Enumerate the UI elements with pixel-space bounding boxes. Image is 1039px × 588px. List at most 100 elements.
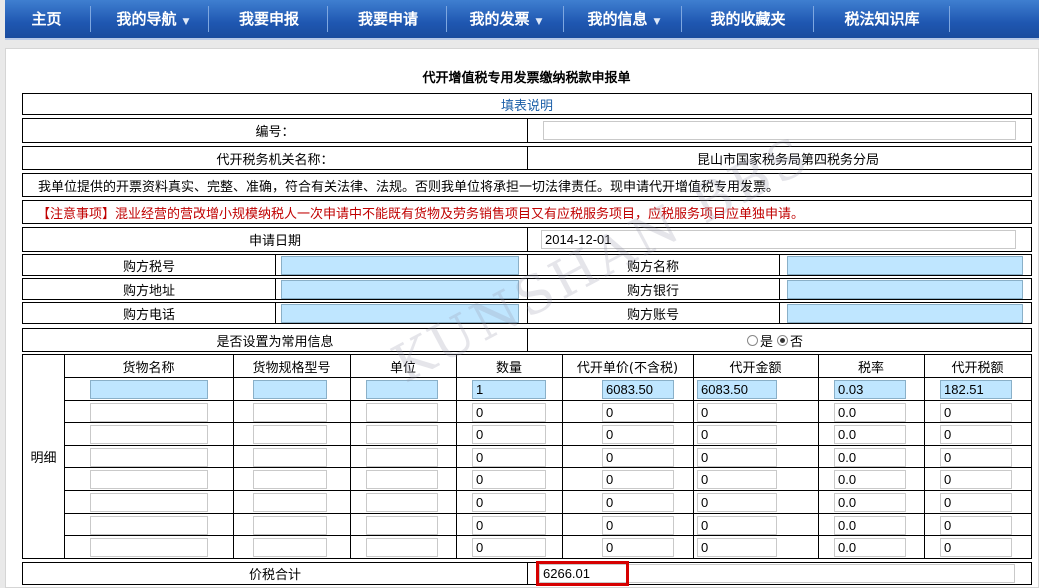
goods-name-field[interactable] [90,402,208,422]
detail-label: 明细 [30,451,57,466]
spec-field[interactable] [253,402,327,422]
tax-rate-field[interactable]: 0.0 [834,402,906,422]
apply-date-row: 申请日期 2014-12-01 [22,227,1032,252]
buyer-account-field[interactable] [787,304,1023,323]
tax-rate-field[interactable]: 0.0 [834,425,906,445]
quantity-field[interactable]: 0 [472,538,546,558]
tax-amount-field[interactable]: 0 [940,402,1012,422]
tax-rate-field[interactable]: 0.0 [834,493,906,512]
quantity-field[interactable]: 0 [472,515,546,535]
tax-amount-field[interactable]: 182.51 [940,380,1012,399]
unit-price-field[interactable]: 0 [602,493,674,512]
unit-price-field[interactable]: 0 [602,425,674,445]
chevron-down-icon: ▼ [182,17,190,27]
unit-field[interactable] [366,380,438,399]
buyer-phone-field[interactable] [281,304,519,323]
unit-field[interactable] [366,538,438,558]
tax-rate-field[interactable]: 0.0 [834,515,906,535]
nav-my-invoices[interactable]: 我的发票 ▼ [447,0,565,38]
goods-name-field[interactable] [90,515,208,535]
goods-name-field[interactable] [90,493,208,512]
instructions-link[interactable]: 填表说明 [23,94,1031,114]
amount-field[interactable]: 6083.50 [697,380,777,399]
amount-field[interactable]: 0 [697,493,777,512]
unit-price-field[interactable]: 0 [602,402,674,422]
unit-price-field[interactable]: 0 [602,447,674,467]
tax-amount-field[interactable]: 0 [940,447,1012,467]
common-info-radios: 是 否 [747,329,817,351]
tax-rate-field[interactable]: 0.03 [834,380,906,399]
goods-name-field[interactable] [90,447,208,467]
radio-yes-label: 是 [760,334,774,350]
goods-name-field[interactable] [90,538,208,558]
spec-field[interactable] [253,515,327,535]
tax-rate-field[interactable]: 0.0 [834,470,906,490]
unit-field[interactable] [366,447,438,467]
tax-rate-field[interactable]: 0.0 [834,538,906,558]
page-title: 代开增值税专用发票缴纳税款申报单 [422,71,631,86]
header-amount: 代开金额 [729,360,782,376]
spec-field[interactable] [253,470,327,490]
unit-field[interactable] [366,470,438,490]
radio-yes[interactable] [747,334,758,346]
amount-field[interactable]: 0 [697,402,777,422]
tax-amount-field[interactable]: 0 [940,538,1012,558]
buyer-tax-no-field[interactable] [281,256,519,275]
goods-name-field[interactable] [90,470,208,490]
amount-field[interactable]: 0 [697,470,777,490]
amount-field[interactable]: 0 [697,425,777,445]
tax-rate-field[interactable]: 0.0 [834,447,906,467]
spec-field[interactable] [253,447,327,467]
amount-field[interactable]: 0 [697,538,777,558]
nav-declare[interactable]: 我要申报 [210,0,328,38]
nav-my-navigation[interactable]: 我的导航 ▼ [97,0,209,38]
amount-field[interactable]: 0 [697,447,777,467]
notice-row: 【注意事项】 混业经营的营改增小规模纳税人一次申请中不能既有货物及劳务销售项目又有… [22,200,1032,224]
goods-name-field[interactable] [90,380,208,399]
header-spec: 货物规格型号 [252,360,331,376]
tax-office-value: 昆山市国家税务局第四税务分局 [696,152,879,168]
tax-amount-field[interactable]: 0 [940,493,1012,512]
spec-field[interactable] [253,425,327,445]
notice-text: 【注意事项】 混业经营的营改增小规模纳税人一次申请中不能既有货物及劳务销售项目又有… [37,201,1027,223]
quantity-field[interactable]: 0 [472,493,546,512]
number-field[interactable] [543,121,1016,140]
nav-apply[interactable]: 我要申请 [329,0,447,38]
nav-my-info[interactable]: 我的信息 ▼ [565,0,683,38]
apply-date-label: 申请日期 [248,234,301,249]
spec-field[interactable] [253,493,327,512]
tax-office-row: 代开税务机关名称： 昆山市国家税务局第四税务分局 [22,146,1032,170]
quantity-field[interactable]: 0 [472,425,546,445]
goods-name-field[interactable] [90,425,208,445]
quantity-field[interactable]: 0 [472,402,546,422]
unit-field[interactable] [366,402,438,422]
unit-price-field[interactable]: 0 [602,538,674,558]
buyer-tax-no-label: 购方税号 [122,259,175,275]
buyer-address-field[interactable] [281,280,519,299]
spec-field[interactable] [253,380,327,399]
nav-home[interactable]: 主页 [5,0,88,38]
buyer-bank-field[interactable] [787,280,1023,299]
amount-field[interactable]: 0 [697,515,777,535]
buyer-bank-label: 购方银行 [626,283,679,299]
quantity-field[interactable]: 0 [472,470,546,490]
nav-favorites[interactable]: 我的收藏夹 [683,0,813,38]
buyer-name-field[interactable] [787,256,1023,275]
unit-field[interactable] [366,515,438,535]
spec-field[interactable] [253,538,327,558]
unit-price-field[interactable]: 0 [602,515,674,535]
tax-amount-field[interactable]: 0 [940,425,1012,445]
quantity-field[interactable]: 1 [472,380,546,399]
unit-field[interactable] [366,425,438,445]
apply-date-field[interactable]: 2014-12-01 [541,230,1016,249]
tax-amount-field[interactable]: 0 [940,515,1012,535]
header-unit: 单位 [389,360,416,376]
nav-tax-knowledge[interactable]: 税法知识库 [815,0,949,38]
tax-amount-field[interactable]: 0 [940,470,1012,490]
radio-no[interactable] [777,334,789,346]
unit-price-field[interactable]: 0 [602,470,674,490]
highlight-box [536,561,629,586]
unit-price-field[interactable]: 6083.50 [602,380,674,399]
quantity-field[interactable]: 0 [472,447,546,467]
unit-field[interactable] [366,493,438,512]
